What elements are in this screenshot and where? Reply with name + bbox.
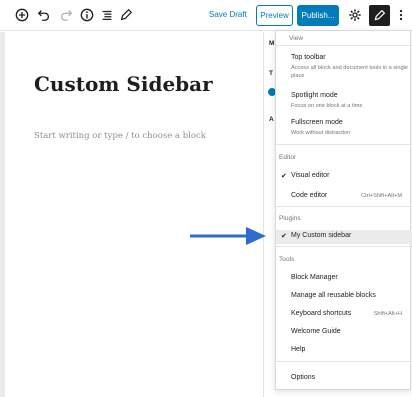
info-icon[interactable] bbox=[79, 7, 95, 23]
menu-item-description: Work without distraction bbox=[291, 130, 351, 136]
menu-item-manage-reusable-blocks[interactable]: Manage all reusable blocks bbox=[291, 292, 376, 299]
menu-item-spotlight-mode[interactable]: Spotlight mode bbox=[291, 92, 338, 99]
save-draft-button[interactable]: Save Draft bbox=[209, 10, 247, 19]
pencil-tool-icon[interactable] bbox=[118, 7, 134, 23]
menu-item-my-custom-sidebar[interactable]: My Custom sidebar bbox=[291, 232, 351, 239]
left-edge-strip bbox=[0, 32, 5, 397]
menu-group-label: View bbox=[289, 35, 304, 42]
menu-separator bbox=[276, 144, 412, 145]
settings-sidebar: M T A bbox=[263, 32, 276, 397]
undo-icon[interactable] bbox=[36, 7, 52, 23]
plus-circle-icon[interactable] bbox=[14, 7, 30, 23]
checkmark-icon: ✔ bbox=[281, 233, 287, 240]
menu-separator bbox=[276, 361, 412, 362]
menu-item-help[interactable]: Help bbox=[291, 346, 305, 353]
menu-item-keyboard-shortcuts[interactable]: Keyboard shortcuts bbox=[291, 310, 351, 317]
menu-item-fullscreen-mode[interactable]: Fullscreen mode bbox=[291, 119, 343, 126]
menu-item-description: Access all block and document tools in a… bbox=[291, 65, 408, 79]
arrow-annotation-icon bbox=[190, 227, 266, 245]
menu-group-label: Plugins bbox=[279, 215, 301, 222]
more-tools-menu: View Top toolbar Access all block and do… bbox=[275, 30, 412, 390]
shortcut-label: Ctrl+Shift+Alt+M bbox=[361, 193, 402, 199]
shortcut-label: Shift+Alt+H bbox=[373, 311, 402, 317]
checkmark-icon: ✔ bbox=[281, 173, 287, 180]
menu-item-block-manager[interactable]: Block Manager bbox=[291, 274, 338, 281]
sidebar-letter: A bbox=[269, 116, 274, 123]
menu-item-description: Focus on one block at a time bbox=[291, 103, 363, 109]
more-vertical-icon[interactable] bbox=[393, 7, 409, 23]
block-placeholder[interactable]: Start writing or type / to choose a bloc… bbox=[34, 131, 206, 141]
gear-icon[interactable] bbox=[347, 7, 363, 23]
redo-icon[interactable] bbox=[58, 7, 74, 23]
post-title[interactable]: Custom Sidebar bbox=[34, 72, 213, 96]
menu-separator bbox=[276, 246, 412, 247]
editor-toolbar: Save Draft Preview Publish... bbox=[0, 0, 412, 31]
menu-item-welcome-guide[interactable]: Welcome Guide bbox=[291, 328, 341, 335]
menu-item-options[interactable]: Options bbox=[291, 374, 315, 381]
list-view-icon[interactable] bbox=[99, 7, 115, 23]
menu-item-code-editor[interactable]: Code editor bbox=[291, 192, 327, 199]
menu-separator bbox=[276, 206, 412, 207]
menu-group-label: Tools bbox=[279, 256, 295, 263]
publish-button[interactable]: Publish... bbox=[297, 5, 339, 26]
sidebar-letter: T bbox=[269, 70, 273, 77]
menu-group-label: Editor bbox=[279, 154, 297, 161]
menu-item-visual-editor[interactable]: Visual editor bbox=[291, 172, 329, 179]
menu-separator bbox=[276, 45, 412, 46]
edit-active-icon[interactable] bbox=[369, 5, 390, 26]
preview-button[interactable]: Preview bbox=[256, 5, 293, 26]
menu-item-top-toolbar[interactable]: Top toolbar bbox=[291, 54, 326, 61]
sidebar-letter: M bbox=[269, 40, 275, 47]
